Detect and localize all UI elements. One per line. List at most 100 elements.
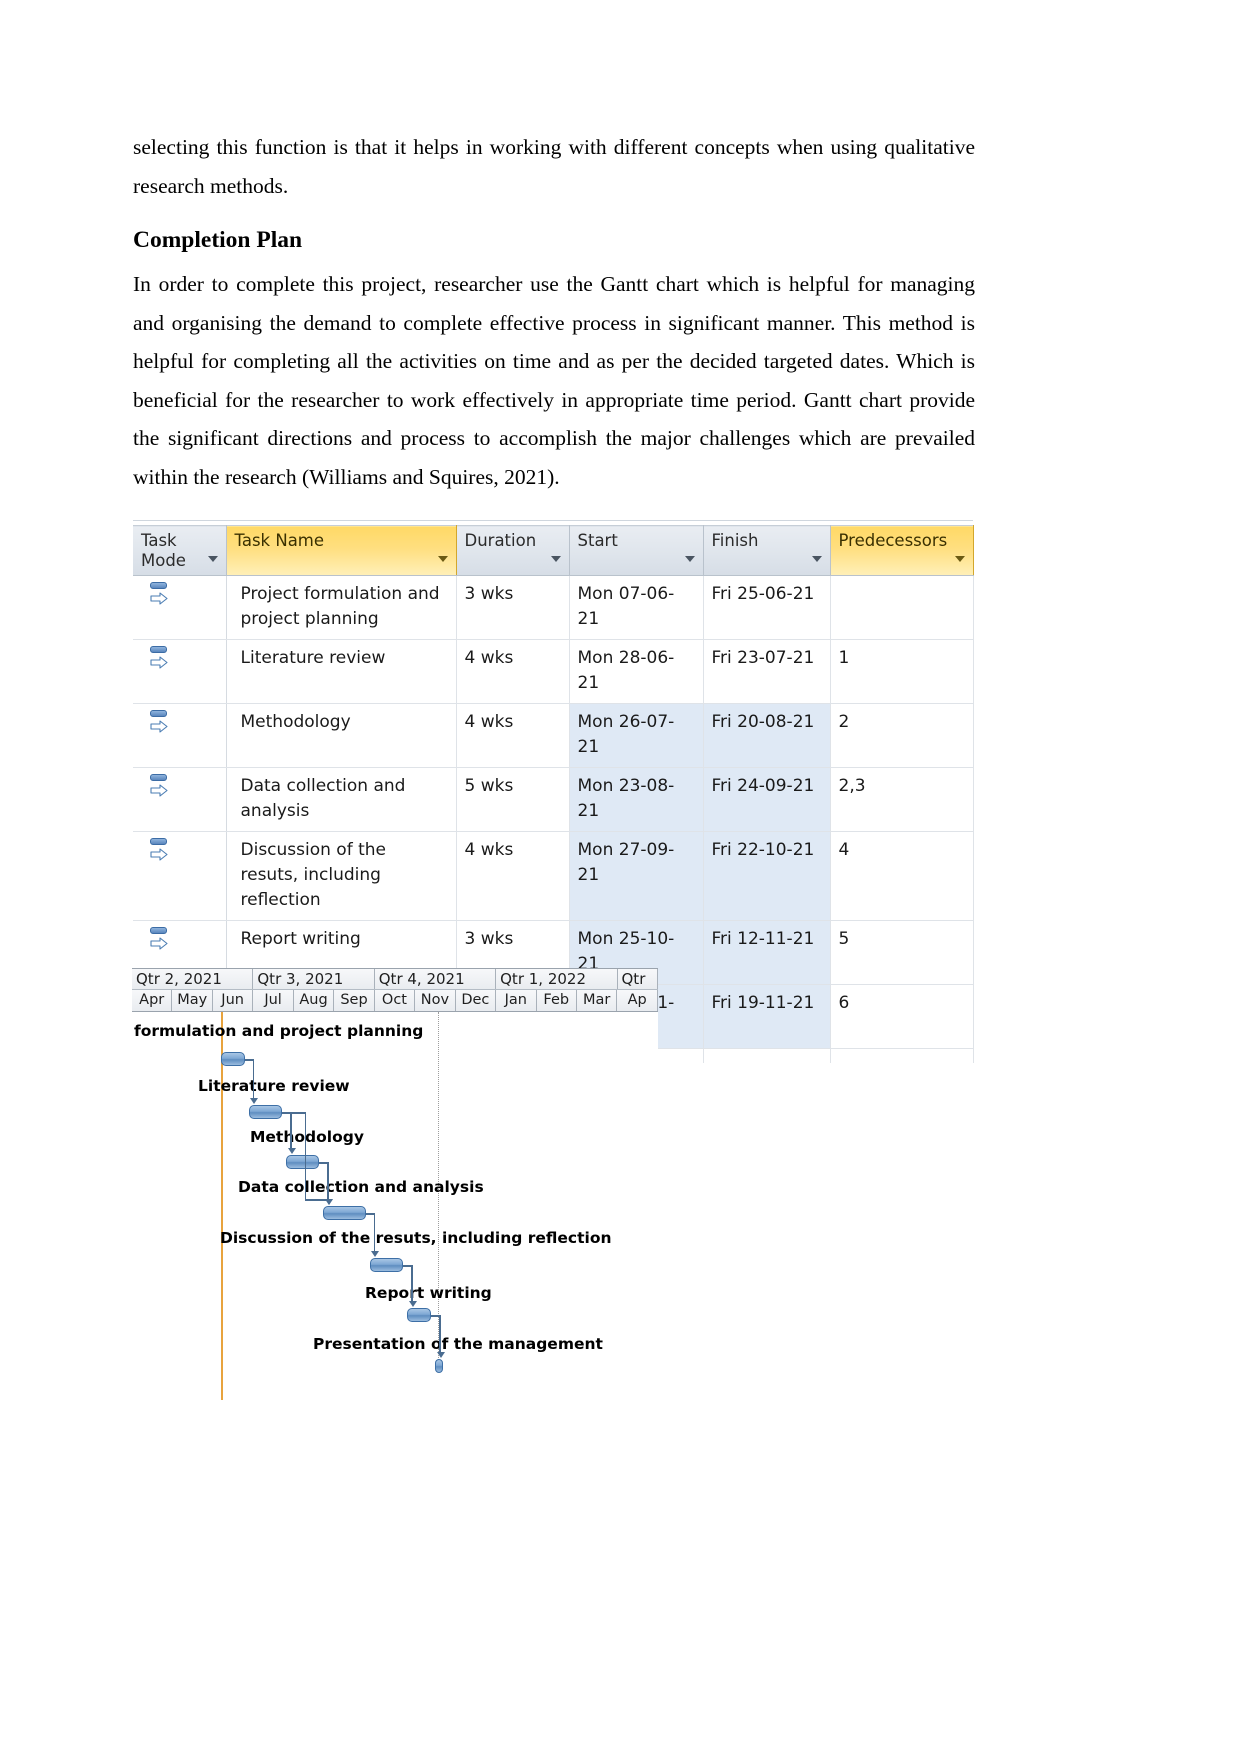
auto-schedule-bar (150, 927, 167, 934)
gantt-chart[interactable]: Qtr 2, 2021 Qtr 3, 2021 Qtr 4, 2021 Qtr 1, … (132, 968, 660, 1400)
cell-finish[interactable]: Fri 20-08-21 (703, 703, 831, 768)
cell-task-name[interactable]: Data collection and analysis (226, 767, 457, 832)
document-page: selecting this function is that it helps… (0, 0, 1241, 1754)
gantt-month-cell: Aug (293, 990, 335, 1011)
cell-predecessors[interactable]: 2 (830, 703, 974, 768)
table-row[interactable]: Methodology 4 wks Mon 26-07-21 Fri 20-08-21… (133, 703, 974, 768)
cell-start[interactable]: Mon 07-06-21 (569, 575, 704, 640)
cell-finish[interactable]: Fri 22-10-21 (703, 831, 831, 921)
cell-start[interactable]: Mon 26-07-21 (569, 703, 704, 768)
gantt-month-cell: May (172, 990, 213, 1011)
chevron-down-icon[interactable] (207, 556, 218, 562)
gantt-link-segment (439, 1315, 441, 1352)
chevron-down-icon[interactable] (811, 556, 822, 562)
auto-schedule-arrow (150, 592, 168, 605)
cell-task-mode[interactable] (133, 703, 227, 768)
cell-predecessors[interactable]: 2,3 (830, 767, 974, 832)
auto-schedule-bar (150, 838, 167, 845)
gantt-link-segment (282, 1112, 305, 1114)
cell-finish[interactable]: Fri 25-06-21 (703, 575, 831, 640)
gantt-task-bar[interactable] (407, 1308, 432, 1322)
cell-duration[interactable]: 5 wks (456, 767, 570, 832)
gantt-task-label: Literature review (198, 1077, 350, 1095)
column-header-task-mode[interactable]: Task Mode (133, 525, 227, 576)
cell-duration[interactable]: 4 wks (456, 703, 570, 768)
column-header-predecessors[interactable]: Predecessors (829, 525, 974, 576)
gantt-task-bar[interactable] (286, 1155, 320, 1169)
cell-finish[interactable]: Fri 24-09-21 (703, 767, 831, 832)
auto-schedule-arrow (150, 720, 168, 733)
gantt-link-segment (304, 1112, 307, 1199)
intro-paragraph: selecting this function is that it helps… (133, 135, 975, 198)
chevron-down-icon[interactable] (437, 556, 448, 562)
cell-task-mode[interactable] (133, 575, 227, 640)
cell-task-mode[interactable] (133, 767, 227, 832)
column-header-task-name[interactable]: Task Name (225, 525, 457, 576)
cell-predecessors[interactable]: 5 (830, 920, 974, 985)
cell-finish[interactable]: Fri 23-07-21 (703, 639, 831, 704)
page-heading: Completion Plan (133, 227, 303, 253)
gantt-link-arrow-icon (371, 1251, 380, 1257)
gantt-task-bar[interactable] (221, 1052, 245, 1066)
gantt-task-bar[interactable] (248, 1105, 283, 1119)
cell-task-name[interactable]: Discussion of the resuts, including refl… (226, 831, 457, 921)
cell-duration[interactable]: 4 wks (456, 639, 570, 704)
table-row[interactable]: Data collection and analysis 5 wks Mon 23-… (133, 767, 974, 832)
gantt-task-label: formulation and project planning (134, 1022, 424, 1040)
gantt-month-cell: Jun (212, 990, 254, 1011)
gantt-quarter-cell: Qtr 4, 2021 (374, 969, 497, 989)
document-body: selecting this function is that it helps… (133, 128, 975, 502)
cell-predecessors[interactable]: 1 (830, 639, 974, 704)
auto-schedule-icon (149, 710, 171, 736)
column-header-duration[interactable]: Duration (456, 525, 570, 576)
gantt-month-cell: Dec (455, 990, 497, 1011)
cell-start[interactable]: Mon 23-08-21 (569, 767, 704, 832)
gantt-month-cell: Oct (374, 990, 416, 1011)
cell-duration[interactable]: 3 wks (456, 575, 570, 640)
cell-start[interactable]: Mon 27-09-21 (569, 831, 704, 921)
cell-task-mode[interactable] (133, 639, 227, 704)
cell-predecessors[interactable] (830, 575, 974, 640)
column-header-start[interactable]: Start (569, 525, 704, 576)
auto-schedule-bar (150, 710, 167, 717)
gantt-link-segment (244, 1059, 253, 1061)
cell-start[interactable]: Mon 28-06-21 (569, 639, 704, 704)
auto-schedule-bar (150, 582, 167, 589)
table-row[interactable]: Project formulation and project planning… (133, 575, 974, 640)
gantt-link-segment (290, 1112, 292, 1148)
cell-predecessors[interactable]: 4 (830, 831, 974, 921)
column-header-finish[interactable]: Finish (703, 525, 831, 576)
table-row[interactable]: Discussion of the resuts, including refl… (133, 831, 974, 921)
cell-task-name[interactable]: Literature review (226, 639, 457, 704)
gantt-month-cell: Sep (334, 990, 375, 1011)
gantt-link-arrow-icon (324, 1199, 333, 1205)
completion-plan-paragraph: In order to complete this project, resea… (133, 272, 975, 489)
auto-schedule-arrow (150, 656, 168, 669)
gantt-task-bar[interactable] (323, 1206, 366, 1220)
task-name-header-label: Task Name (234, 531, 325, 550)
auto-schedule-icon (149, 927, 171, 953)
gantt-task-bar[interactable] (369, 1258, 404, 1272)
gantt-quarter-cell: Qtr 2, 2021 (132, 969, 254, 989)
cell-task-name[interactable]: Methodology (226, 703, 457, 768)
cell-finish[interactable]: Fri 19-11-21 (703, 984, 831, 1049)
gantt-month-cell: Apr (132, 990, 173, 1011)
table-header-row[interactable]: Task Mode Task Name Duration Start Finis… (133, 525, 974, 576)
table-row[interactable]: Literature review 4 wks Mon 28-06-21 Fri 23… (133, 639, 974, 704)
chevron-down-icon[interactable] (684, 556, 695, 562)
gantt-task-bar[interactable] (435, 1359, 444, 1373)
cell-task-mode[interactable] (133, 831, 227, 921)
gantt-task-label: Discussion of the resuts, including refl… (220, 1229, 612, 1247)
cell-task-name[interactable]: Project formulation and project planning (226, 575, 457, 640)
cell-finish[interactable]: Fri 12-11-21 (703, 920, 831, 985)
chevron-down-icon[interactable] (550, 556, 561, 562)
gantt-link-segment (373, 1213, 376, 1251)
cell-predecessors[interactable]: 6 (830, 984, 974, 1049)
cell-duration[interactable]: 4 wks (456, 831, 570, 921)
chevron-down-icon[interactable] (954, 556, 965, 562)
gantt-quarter-cell: Qtr 3, 2021 (253, 969, 375, 989)
gantt-plot-area[interactable]: formulation and project planning Literatu… (132, 1012, 658, 1400)
auto-schedule-icon (149, 582, 171, 608)
auto-schedule-icon (149, 774, 171, 800)
gantt-link-segment (431, 1315, 440, 1317)
